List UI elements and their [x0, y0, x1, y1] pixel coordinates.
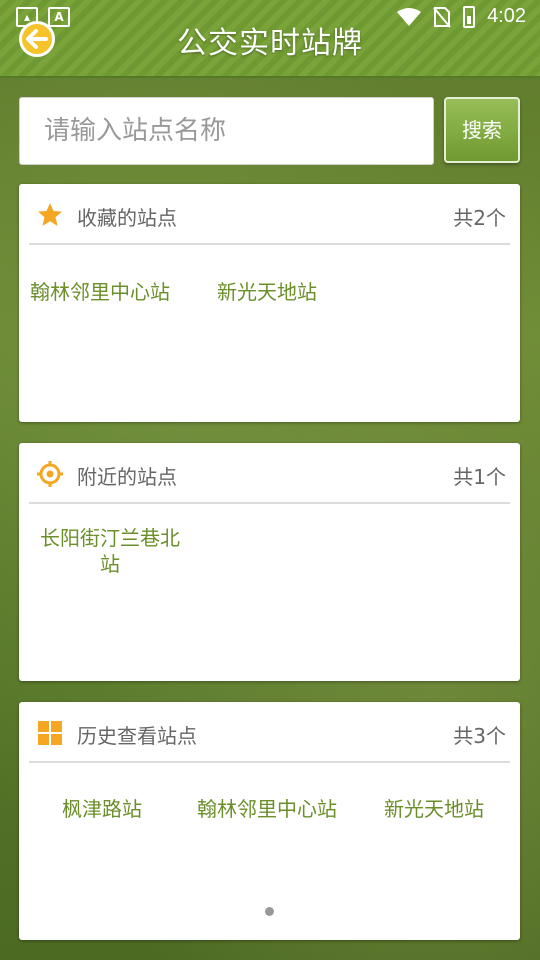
page-title: 公交实时站牌: [177, 26, 363, 61]
nearby-card: 附近的站点 共1个 长阳街汀兰巷北 站: [19, 443, 520, 681]
history-card: 历史查看站点 共3个 枫津路站 翰林邻里中心站 新光天地站: [19, 702, 520, 940]
history-title: 历史查看站点: [77, 724, 197, 748]
favorite-station-item[interactable]: 新光天地站: [217, 279, 317, 305]
favorites-title: 收藏的站点: [77, 206, 177, 230]
history-count: 共3个: [453, 724, 506, 748]
nearby-station-name-line2: 站: [100, 552, 120, 576]
history-header: 历史查看站点 共3个: [29, 702, 510, 763]
favorites-card: 收藏的站点 共2个 翰林邻里中心站 新光天地站: [19, 184, 520, 422]
nearby-count: 共1个: [453, 465, 506, 489]
favorites-header: 收藏的站点 共2个: [29, 184, 510, 245]
page-indicator-dot: [265, 907, 274, 916]
nearby-header: 附近的站点 共1个: [29, 443, 510, 504]
location-target-icon: [37, 461, 63, 487]
header-bar: ▴ A 4:02 公交实时站牌: [0, 0, 540, 78]
nearby-station-name-line1: 长阳街汀兰巷北: [40, 526, 180, 550]
station-search-input[interactable]: 请输入站点名称: [19, 97, 434, 165]
history-station-item[interactable]: 新光天地站: [384, 796, 484, 822]
search-button[interactable]: 搜索: [444, 97, 520, 163]
grid-icon: [38, 721, 62, 745]
star-icon: [38, 203, 62, 226]
history-station-item[interactable]: 枫津路站: [62, 796, 142, 822]
history-station-item[interactable]: 翰林邻里中心站: [197, 796, 337, 822]
nearby-title: 附近的站点: [77, 465, 177, 489]
search-placeholder: 请输入站点名称: [44, 116, 227, 146]
favorites-count: 共2个: [453, 206, 506, 230]
nearby-station-item[interactable]: 长阳街汀兰巷北 站: [30, 525, 190, 577]
favorite-station-item[interactable]: 翰林邻里中心站: [30, 279, 170, 305]
